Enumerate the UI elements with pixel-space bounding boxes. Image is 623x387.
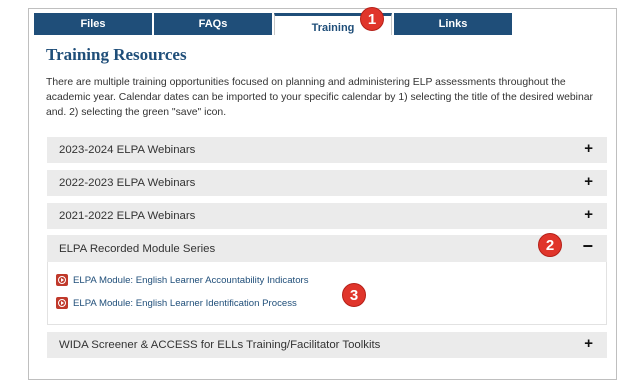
panel-label: WIDA Screener & ACCESS for ELLs Training… [59,339,381,351]
panel-wida-toolkits[interactable]: WIDA Screener & ACCESS for ELLs Training… [47,332,607,358]
expand-plus-icon[interactable]: + [584,173,593,190]
play-icon [56,297,68,309]
content-frame: Files FAQs Training Links Training Resou… [28,8,617,380]
callout-badge-2: 2 [538,233,562,257]
module-link-accountability[interactable]: ELPA Module: English Learner Accountabil… [56,274,309,286]
panel-label: 2022-2023 ELPA Webinars [59,177,196,189]
module-link-label[interactable]: ELPA Module: English Learner Identificat… [73,298,297,309]
expand-plus-icon[interactable]: + [584,206,593,223]
expand-plus-icon[interactable]: + [584,335,593,352]
callout-badge-1: 1 [360,7,384,31]
expand-plus-icon[interactable]: + [584,140,593,157]
panel-2022-2023-webinars[interactable]: 2022-2023 ELPA Webinars + [47,170,607,196]
panel-label: 2021-2022 ELPA Webinars [59,210,196,222]
page-title: Training Resources [46,45,187,64]
module-link-identification[interactable]: ELPA Module: English Learner Identificat… [56,297,297,309]
tab-bar: Files FAQs Training Links [34,13,514,35]
panel-recorded-module-series[interactable]: ELPA Recorded Module Series − [47,235,607,262]
tab-faqs[interactable]: FAQs [154,13,272,35]
panel-2023-2024-webinars[interactable]: 2023-2024 ELPA Webinars + [47,137,607,163]
tab-links[interactable]: Links [394,13,512,35]
tab-files[interactable]: Files [34,13,152,35]
intro-text: There are multiple training opportunitie… [46,77,593,118]
panel-label: ELPA Recorded Module Series [59,242,216,255]
module-list: ELPA Module: English Learner Accountabil… [47,262,607,325]
module-link-label[interactable]: ELPA Module: English Learner Accountabil… [73,275,309,286]
callout-badge-3: 3 [342,283,366,307]
play-icon [56,274,68,286]
collapse-minus-icon[interactable]: − [582,236,593,257]
panel-2021-2022-webinars[interactable]: 2021-2022 ELPA Webinars + [47,203,607,229]
panel-label: 2023-2024 ELPA Webinars [59,144,196,156]
